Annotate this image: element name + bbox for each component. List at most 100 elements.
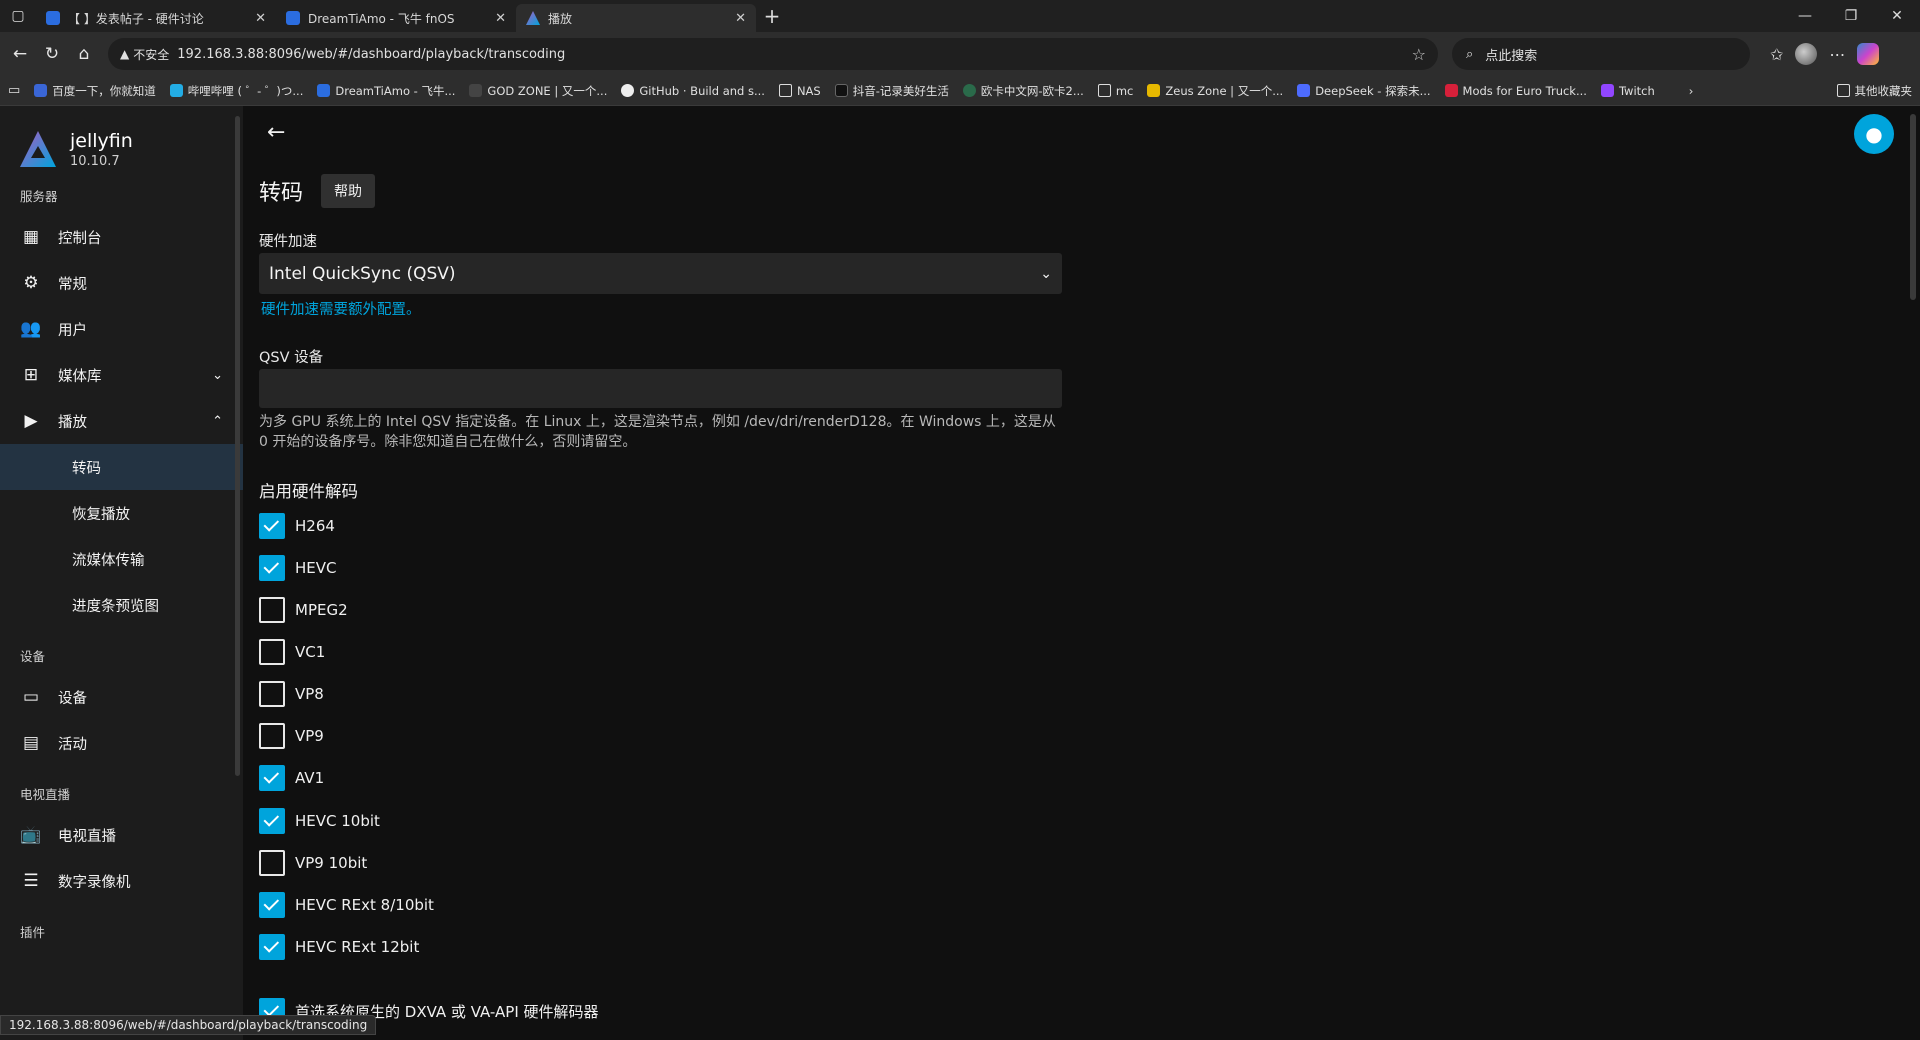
restore-icon[interactable]: ❐ [1828,0,1874,32]
sidebar-item-libraries[interactable]: ⊞ 媒体库 ⌄ [0,352,243,398]
browser-tab-forum[interactable]: 【 】发表帖子 - 硬件讨论 ✕ [36,4,276,32]
checkbox[interactable] [259,850,285,876]
twitch-icon [1600,84,1614,97]
activity-icon: ▤ [22,733,40,753]
codec-checkbox-vc1[interactable]: VC1 [259,639,325,665]
checkbox[interactable] [259,681,285,707]
bookmark-item[interactable]: Twitch [1600,84,1655,98]
sidebar-item-trickplay[interactable]: 进度条预览图 [0,582,243,628]
section-title-devices: 设备 [20,648,46,664]
checkbox[interactable] [259,765,285,791]
sidebar-item-livetv[interactable]: 📺 电视直播 [0,812,243,858]
codec-checkbox-vp8[interactable]: VP8 [259,681,324,707]
checkbox[interactable] [259,892,285,918]
bookmark-item[interactable]: Mods for Euro Truck... [1444,84,1587,98]
close-window-icon[interactable]: ✕ [1874,0,1920,32]
tab-actions-icon[interactable]: ▢ [0,0,36,32]
sidebar-scrollbar[interactable] [235,116,240,776]
qsv-device-input[interactable] [259,369,1062,408]
checkbox[interactable] [259,723,285,749]
reload-icon[interactable]: ↻ [38,40,66,68]
reading-view-icon[interactable]: ▭ [8,83,20,98]
checkbox[interactable] [259,639,285,665]
bookmark-item[interactable]: Zeus Zone | 又一个... [1147,83,1283,99]
tab-title: DreamTiAmo - 飞牛 fnOS [308,11,455,26]
sidebar-item-dvr[interactable]: ☰ 数字录像机 [0,858,243,904]
address-bar[interactable]: ▲ 不安全 192.168.3.88:8096/web/#/dashboard/… [108,38,1438,70]
codec-checkbox-hevc-rext-12bit[interactable]: HEVC RExt 12bit [259,934,419,960]
back-arrow-icon[interactable]: ← [267,120,285,145]
close-tab-icon[interactable]: ✕ [735,11,746,26]
section-title-server: 服务器 [20,188,58,204]
close-tab-icon[interactable]: ✕ [495,11,506,26]
other-bookmarks[interactable]: 其他收藏夹 [1836,83,1912,99]
new-tab-button[interactable]: + [756,0,788,32]
codec-checkbox-vp9[interactable]: VP9 [259,723,324,749]
bookmark-item[interactable]: DeepSeek - 探索未... [1297,83,1431,99]
tv-icon: 📺 [20,825,42,845]
codec-checkbox-av1[interactable]: AV1 [259,765,324,791]
sidebar-item-transcoding[interactable]: 转码 [0,444,243,490]
search-box[interactable]: ⌕ 点此搜索 [1452,38,1750,70]
sidebar-item-playback[interactable]: ▶ 播放 ⌃ [0,398,243,444]
codec-checkbox-hevc-rext-8-10bit[interactable]: HEVC RExt 8/10bit [259,892,434,918]
section-title-plugins: 插件 [20,924,46,940]
main-scrollbar[interactable] [1910,114,1916,300]
profile-avatar[interactable] [1795,43,1818,65]
back-icon[interactable]: ← [6,40,34,68]
bookmark-item[interactable]: DreamTiAmo - 飞牛... [317,83,455,99]
favorite-star-icon[interactable]: ☆ [1412,45,1426,64]
sidebar-item-devices[interactable]: ▭ 设备 [0,674,243,720]
codec-checkbox-vp9-10bit[interactable]: VP9 10bit [259,850,367,876]
copilot-icon[interactable] [1857,43,1880,65]
bookmark-item[interactable]: 抖音-记录美好生活 [834,83,949,99]
sidebar-item-general[interactable]: ⚙ 常规 [0,260,243,306]
qsv-device-description: 为多 GPU 系统上的 Intel QSV 指定设备。在 Linux 上，这是渲… [259,414,1056,450]
close-tab-icon[interactable]: ✕ [255,11,266,26]
checkbox[interactable] [259,597,285,623]
sidebar-item-activity[interactable]: ▤ 活动 [0,720,243,766]
bookmark-folder[interactable]: mc [1097,84,1133,98]
bookmark-icon [469,84,483,97]
chevron-down-icon: ⌄ [1040,265,1052,282]
user-avatar[interactable]: ● [1854,114,1894,154]
codec-checkbox-mpeg2[interactable]: MPEG2 [259,597,348,623]
bookmarks-overflow-icon[interactable]: › [1689,84,1694,98]
sidebar-item-users[interactable]: 👥 用户 [0,306,243,352]
minimize-icon[interactable]: — [1782,0,1828,32]
search-icon: ⌕ [1466,46,1474,62]
checkbox[interactable] [259,934,285,960]
help-button[interactable]: 帮助 [321,174,376,208]
more-icon[interactable]: ⋯ [1829,45,1845,64]
bookmark-item[interactable]: GOD ZONE | 又一个... [469,83,607,99]
play-circle-icon: ▶ [24,411,38,431]
hw-accel-config-link[interactable]: 硬件加速需要额外配置。 [261,298,421,319]
bookmark-item[interactable]: GitHub · Build and s... [621,84,765,98]
dvr-icon: ☰ [23,871,39,891]
bookmarks-bar: ▭ 百度一下，你就知道 哔哩哔哩 ( ゜- ゜)つ... DreamTiAmo … [0,76,1920,106]
sidebar-item-streaming[interactable]: 流媒体传输 [0,536,243,582]
sidebar-item-dashboard[interactable]: ▦ 控制台 [0,214,243,260]
forum-icon [286,11,300,25]
bookmark-icon [317,84,331,97]
toolbar-right: ✩ ⋯ [1770,43,1880,65]
bookmark-item[interactable]: 百度一下，你就知道 [34,83,156,99]
favorites-icon[interactable]: ✩ [1770,45,1783,64]
checkbox[interactable] [259,808,285,834]
bookmark-item[interactable]: 欧卡中文网-欧卡2... [962,83,1084,99]
security-indicator[interactable]: ▲ 不安全 [120,46,169,63]
bookmark-item[interactable]: 哔哩哔哩 ( ゜- ゜)つ... [169,83,303,99]
codec-checkbox-hevc-10bit[interactable]: HEVC 10bit [259,808,380,834]
codec-checkbox-hevc[interactable]: HEVC [259,555,337,581]
home-icon[interactable]: ⌂ [70,40,98,68]
browser-tab-playback[interactable]: 播放 ✕ [516,4,756,32]
browser-tab-fnos[interactable]: DreamTiAmo - 飞牛 fnOS ✕ [276,4,516,32]
checkbox[interactable] [259,513,285,539]
url-text[interactable]: 192.168.3.88:8096/web/#/dashboard/playba… [177,47,1403,62]
sidebar-item-resume[interactable]: 恢复播放 [0,490,243,536]
brand[interactable]: jellyfin 10.10.7 [0,106,243,176]
checkbox[interactable] [259,555,285,581]
hw-accel-select[interactable]: Intel QuickSync (QSV) ⌄ [259,253,1062,294]
codec-checkbox-h264[interactable]: H264 [259,513,335,539]
bookmark-folder[interactable]: NAS [778,84,821,98]
